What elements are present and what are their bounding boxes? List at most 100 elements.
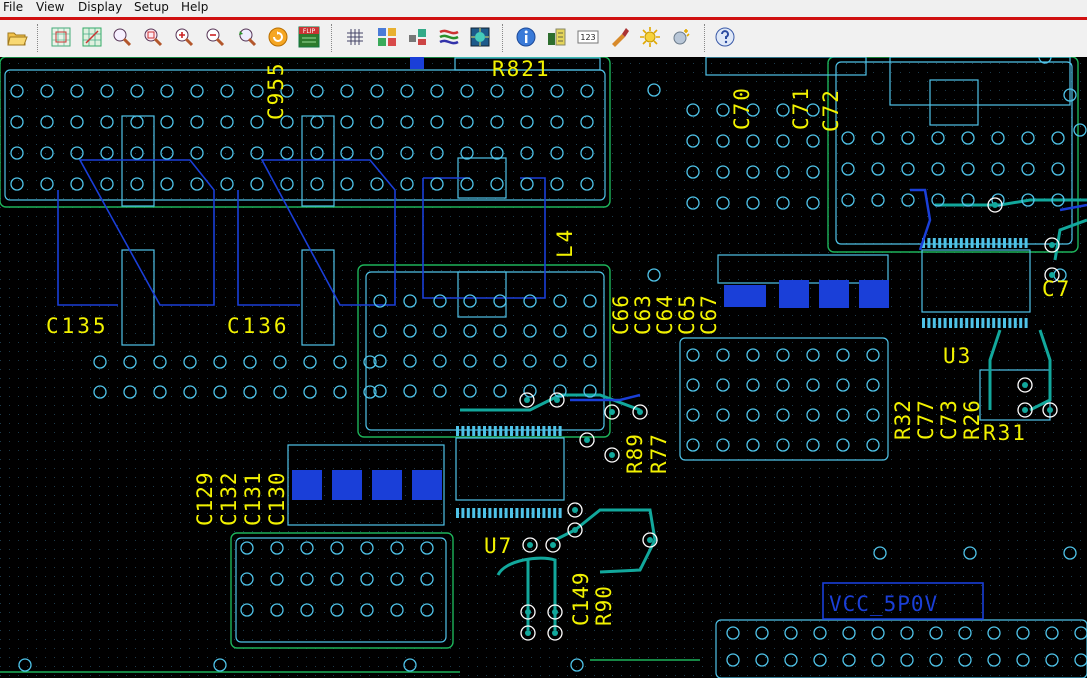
open-folder-button[interactable]	[5, 25, 29, 49]
refresh-button[interactable]	[266, 25, 290, 49]
ic-pin	[981, 318, 985, 328]
ic-pin	[1024, 238, 1028, 248]
ic-pin	[510, 426, 513, 436]
zoom-previous-icon	[239, 28, 257, 47]
pcb-view: R821 C135 C136 U3 R31 U7 C7 C955 C70 C71…	[0, 57, 1087, 678]
menu-display[interactable]: Display	[78, 0, 122, 15]
menu-setup[interactable]: Setup	[134, 0, 169, 15]
grid-button[interactable]	[343, 25, 367, 49]
brightness-down-icon	[673, 29, 690, 45]
ic-pin	[976, 238, 979, 248]
ic-pin	[466, 508, 470, 518]
zoom-window-button[interactable]	[141, 25, 165, 49]
label-r77: R77	[647, 433, 671, 474]
via	[525, 630, 531, 636]
label-r90: R90	[592, 585, 616, 626]
menu-help[interactable]: Help	[181, 0, 208, 15]
open-folder-icon	[7, 32, 28, 46]
ic-pin	[466, 426, 470, 436]
board-button[interactable]	[468, 25, 492, 49]
help-button[interactable]	[713, 25, 737, 49]
ic-pin	[531, 508, 535, 518]
highlight-button[interactable]	[607, 25, 631, 49]
grid-zoom-board-icon	[82, 27, 102, 47]
ic-pin	[1008, 238, 1012, 248]
brightness-down-button[interactable]	[669, 25, 693, 49]
label-c73: C73	[937, 399, 961, 440]
label-c64: C64	[653, 294, 677, 335]
ic-pin	[927, 318, 931, 328]
ic-pin	[938, 318, 942, 328]
zoom-in-icon	[175, 28, 194, 47]
ic-pin	[970, 318, 974, 328]
flip-button[interactable]: FLIP	[297, 25, 321, 49]
brightness-up-button[interactable]	[638, 25, 662, 49]
pcb-canvas[interactable]: R821 C135 C136 U3 R31 U7 C7 C955 C70 C71…	[0, 57, 1087, 678]
ic-pin	[477, 426, 481, 436]
via	[524, 397, 530, 403]
query-icon	[548, 28, 566, 46]
ic-pin	[992, 318, 996, 328]
ic-pin	[949, 318, 952, 328]
ic-pin	[483, 426, 486, 436]
ic-pin	[943, 238, 947, 248]
label-c63: C63	[631, 294, 655, 335]
label-c77: C77	[914, 399, 938, 440]
zoom-out-button[interactable]	[203, 25, 227, 49]
ic-pin	[1013, 318, 1017, 328]
flip-text: FLIP	[303, 28, 316, 35]
label-r89: R89	[623, 433, 647, 474]
numbers-button[interactable]: 123	[576, 25, 600, 49]
query-button[interactable]	[545, 25, 569, 49]
ic-pin	[499, 426, 503, 436]
components-button[interactable]	[406, 25, 430, 49]
ic-pin	[547, 426, 551, 436]
via	[1049, 242, 1055, 248]
ic-pin	[1019, 238, 1023, 248]
menu-view[interactable]: View	[36, 0, 64, 15]
ic-pin	[461, 426, 465, 436]
zoom-previous-button[interactable]	[235, 25, 259, 49]
via	[609, 452, 615, 458]
ic-pin	[932, 238, 936, 248]
ic-pin	[493, 508, 497, 518]
menu-file[interactable]: File	[3, 0, 23, 15]
label-r32: R32	[891, 399, 915, 440]
ic-pin	[483, 508, 486, 518]
zoom-board-button[interactable]	[80, 25, 104, 49]
via	[992, 202, 998, 208]
ic-pin	[558, 426, 562, 436]
grid-zoom-fit-icon	[51, 27, 71, 47]
ic-pin	[997, 238, 1001, 248]
zoom-fit-button[interactable]	[49, 25, 73, 49]
ic-pin	[526, 508, 530, 518]
ic-pin	[992, 238, 996, 248]
ic-pin	[938, 238, 942, 248]
nets-button[interactable]	[437, 25, 461, 49]
numbers-icon: 123	[577, 30, 599, 44]
ic-pin	[986, 318, 990, 328]
ic-pin	[504, 426, 508, 436]
label-l4: L4	[553, 227, 577, 258]
ic-pin	[1024, 318, 1028, 328]
layers-button[interactable]	[375, 25, 399, 49]
layers-icon	[378, 28, 396, 46]
ic-pin	[461, 508, 465, 518]
via	[525, 609, 531, 615]
refresh-icon	[268, 27, 288, 47]
label-c66: C66	[609, 294, 633, 335]
ic-pin	[493, 426, 497, 436]
flip-icon: FLIP	[298, 26, 320, 48]
info-button[interactable]	[514, 25, 538, 49]
ic-pin	[1008, 318, 1012, 328]
ic-pin	[558, 508, 562, 518]
label-c131: C131	[241, 471, 265, 526]
ic-pin	[488, 426, 492, 436]
zoom-in-button[interactable]	[172, 25, 196, 49]
ic-pin	[515, 508, 519, 518]
ic-pin	[456, 508, 459, 518]
zoom-area-button[interactable]	[110, 25, 134, 49]
via	[609, 409, 615, 415]
label-c132: C132	[217, 471, 241, 526]
via	[572, 527, 578, 533]
